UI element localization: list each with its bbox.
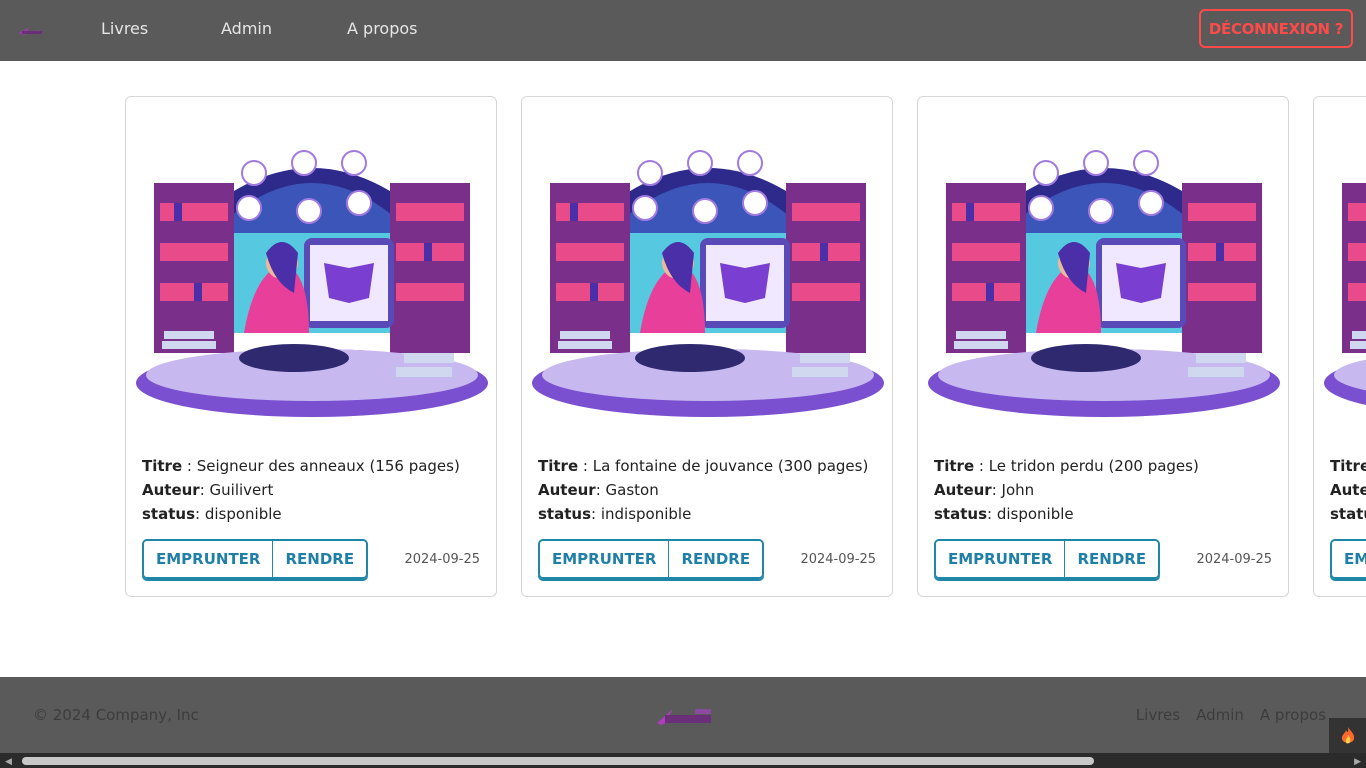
book-title-row: Titre : La fontaine de jouvance (300 pag…	[538, 457, 869, 475]
borrow-button[interactable]: EMPRUNTER	[144, 541, 273, 577]
return-button[interactable]: RENDRE	[1064, 541, 1159, 577]
footer: © 2024 Company, Inc Livres Admin A propo…	[0, 677, 1366, 753]
footer-link-livres[interactable]: Livres	[1136, 706, 1180, 724]
scroll-right-icon[interactable]: ▶	[1354, 756, 1361, 767]
scroll-left-icon[interactable]: ◀	[5, 756, 12, 767]
footer-links: Livres Admin A propos	[1136, 706, 1326, 724]
footer-link-admin[interactable]: Admin	[1196, 706, 1244, 724]
book-author-row: Auteur:	[1330, 478, 1366, 502]
return-button[interactable]: RENDRE	[272, 541, 367, 577]
author-label: Auteur	[142, 481, 200, 499]
book-illustration	[1322, 103, 1366, 423]
nav-link-admin[interactable]: Admin	[221, 19, 272, 38]
title-label: Titre	[1330, 457, 1366, 475]
status-label: status	[1330, 505, 1366, 523]
copyright-text: © 2024 Company, Inc	[33, 706, 199, 724]
book-author-row: Auteur: Gaston	[538, 481, 659, 499]
book-date: 2024-09-25	[1196, 552, 1272, 567]
book-actions: EMPRUNTER RENDRE	[142, 539, 369, 579]
book-author: Guilivert	[209, 481, 274, 499]
footer-logo	[657, 709, 711, 725]
book-status: indisponible	[600, 505, 692, 523]
book-title: Seigneur des anneaux (156 pages)	[196, 457, 460, 475]
book-status: disponible	[204, 505, 282, 523]
return-button[interactable]: RENDRE	[668, 541, 763, 577]
title-label: Titre	[934, 457, 975, 475]
book-status-row: status: disponible	[934, 505, 1074, 523]
author-label: Auteur	[538, 481, 596, 499]
author-label: Auteur	[1330, 481, 1366, 499]
book-list: Titre : Seigneur des anneaux (156 pages)…	[0, 61, 1366, 677]
book-info: Titre : Auteur: status:	[1330, 454, 1366, 526]
footer-link-a-propos[interactable]: A propos	[1260, 706, 1326, 724]
book-illustration	[926, 103, 1282, 423]
status-label: status	[538, 505, 591, 523]
book-author: Gaston	[605, 481, 659, 499]
book-card: Titre : Auteur: status: EMPRUNTER RENDRE	[1313, 96, 1366, 597]
book-status-row: status: indisponible	[538, 505, 692, 523]
title-label: Titre	[538, 457, 579, 475]
scroll-thumb[interactable]	[22, 757, 1094, 765]
book-author: John	[1001, 481, 1035, 499]
book-card: Titre : Le tridon perdu (200 pages) Aute…	[917, 96, 1289, 597]
borrow-button[interactable]: EMPRUNTER	[936, 541, 1065, 577]
author-label: Auteur	[934, 481, 992, 499]
book-illustration	[530, 103, 886, 423]
title-label: Titre	[142, 457, 183, 475]
book-actions: EMPRUNTER RENDRE	[934, 539, 1161, 579]
book-title-row: Titre : Seigneur des anneaux (156 pages)	[142, 457, 460, 475]
book-card: Titre : La fontaine de jouvance (300 pag…	[521, 96, 893, 597]
book-title: La fontaine de jouvance (300 pages)	[592, 457, 869, 475]
book-title: Le tridon perdu (200 pages)	[988, 457, 1199, 475]
book-date: 2024-09-25	[800, 552, 876, 567]
book-title-row: Titre :	[1330, 454, 1366, 478]
horizontal-scrollbar[interactable]: ◀ ▶	[0, 753, 1366, 768]
nav-link-livres[interactable]: Livres	[101, 19, 148, 38]
book-title-row: Titre : Le tridon perdu (200 pages)	[934, 457, 1199, 475]
book-info: Titre : Seigneur des anneaux (156 pages)…	[142, 454, 460, 526]
navbar: Livres Admin A propos DÉCONNEXION ?	[0, 0, 1366, 61]
borrow-button[interactable]: EMPRUNTER	[1332, 541, 1366, 577]
status-label: status	[142, 505, 195, 523]
book-info: Titre : Le tridon perdu (200 pages) Aute…	[934, 454, 1199, 526]
logout-button[interactable]: DÉCONNEXION ?	[1199, 9, 1353, 48]
book-actions: EMPRUNTER RENDRE	[1330, 539, 1366, 579]
book-info: Titre : La fontaine de jouvance (300 pag…	[538, 454, 868, 526]
book-status-row: status:	[1330, 502, 1366, 526]
book-date: 2024-09-25	[404, 552, 480, 567]
book-illustration	[134, 103, 490, 423]
book-status-row: status: disponible	[142, 505, 282, 523]
brand-logo[interactable]	[16, 23, 46, 37]
book-author-row: Auteur: John	[934, 481, 1035, 499]
book-card: Titre : Seigneur des anneaux (156 pages)…	[125, 96, 497, 597]
book-author-row: Auteur: Guilivert	[142, 481, 274, 499]
status-label: status	[934, 505, 987, 523]
borrow-button[interactable]: EMPRUNTER	[540, 541, 669, 577]
book-actions: EMPRUNTER RENDRE	[538, 539, 765, 579]
nav-link-a-propos[interactable]: A propos	[347, 19, 417, 38]
fire-icon[interactable]	[1329, 718, 1366, 754]
book-status: disponible	[996, 505, 1074, 523]
